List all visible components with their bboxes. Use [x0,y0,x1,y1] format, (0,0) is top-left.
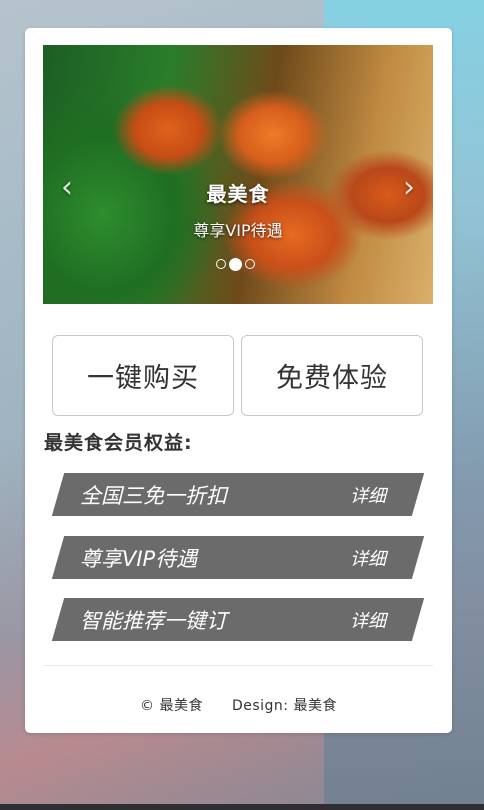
benefit-detail-link[interactable]: 详细 [350,482,386,508]
benefit-label: 尊享VIP待遇 [80,546,198,571]
buy-button[interactable]: 一键购买 [52,335,234,416]
footer-copyright: © 最美食 [140,698,203,714]
benefit-item-recommend[interactable]: 智能推荐一键订 详细 [51,598,425,641]
banner-carousel[interactable]: ‹ › 最美食 尊享VIP待遇 [43,45,433,304]
benefit-label: 全国三免一折扣 [80,483,227,508]
benefit-label: 智能推荐一键订 [80,608,227,633]
footer-divider [44,665,433,666]
footer-design-credit: Design: 最美食 [231,698,337,714]
membership-card: ‹ › 最美食 尊享VIP待遇 一键购买 免费体验 最美食会员权益: 全国三免一… [25,28,452,733]
benefit-detail-link[interactable]: 详细 [350,607,386,633]
bottom-bar [0,804,484,810]
carousel-dot-3[interactable] [245,259,255,269]
banner-subtitle: 尊享VIP待遇 [193,221,283,240]
free-trial-button[interactable]: 免费体验 [241,335,423,416]
benefits-title: 最美食会员权益: [44,432,193,454]
benefit-item-vip[interactable]: 尊享VIP待遇 详细 [51,536,425,579]
footer: © 最美食 Design: 最美食 [25,695,452,715]
benefit-detail-link[interactable]: 详细 [350,545,386,571]
carousel-indicators [216,257,255,271]
benefit-item-discount[interactable]: 全国三免一折扣 详细 [51,473,425,516]
carousel-dot-2[interactable] [229,257,242,271]
banner-title: 最美食 [206,182,270,206]
carousel-dot-1[interactable] [216,259,226,269]
